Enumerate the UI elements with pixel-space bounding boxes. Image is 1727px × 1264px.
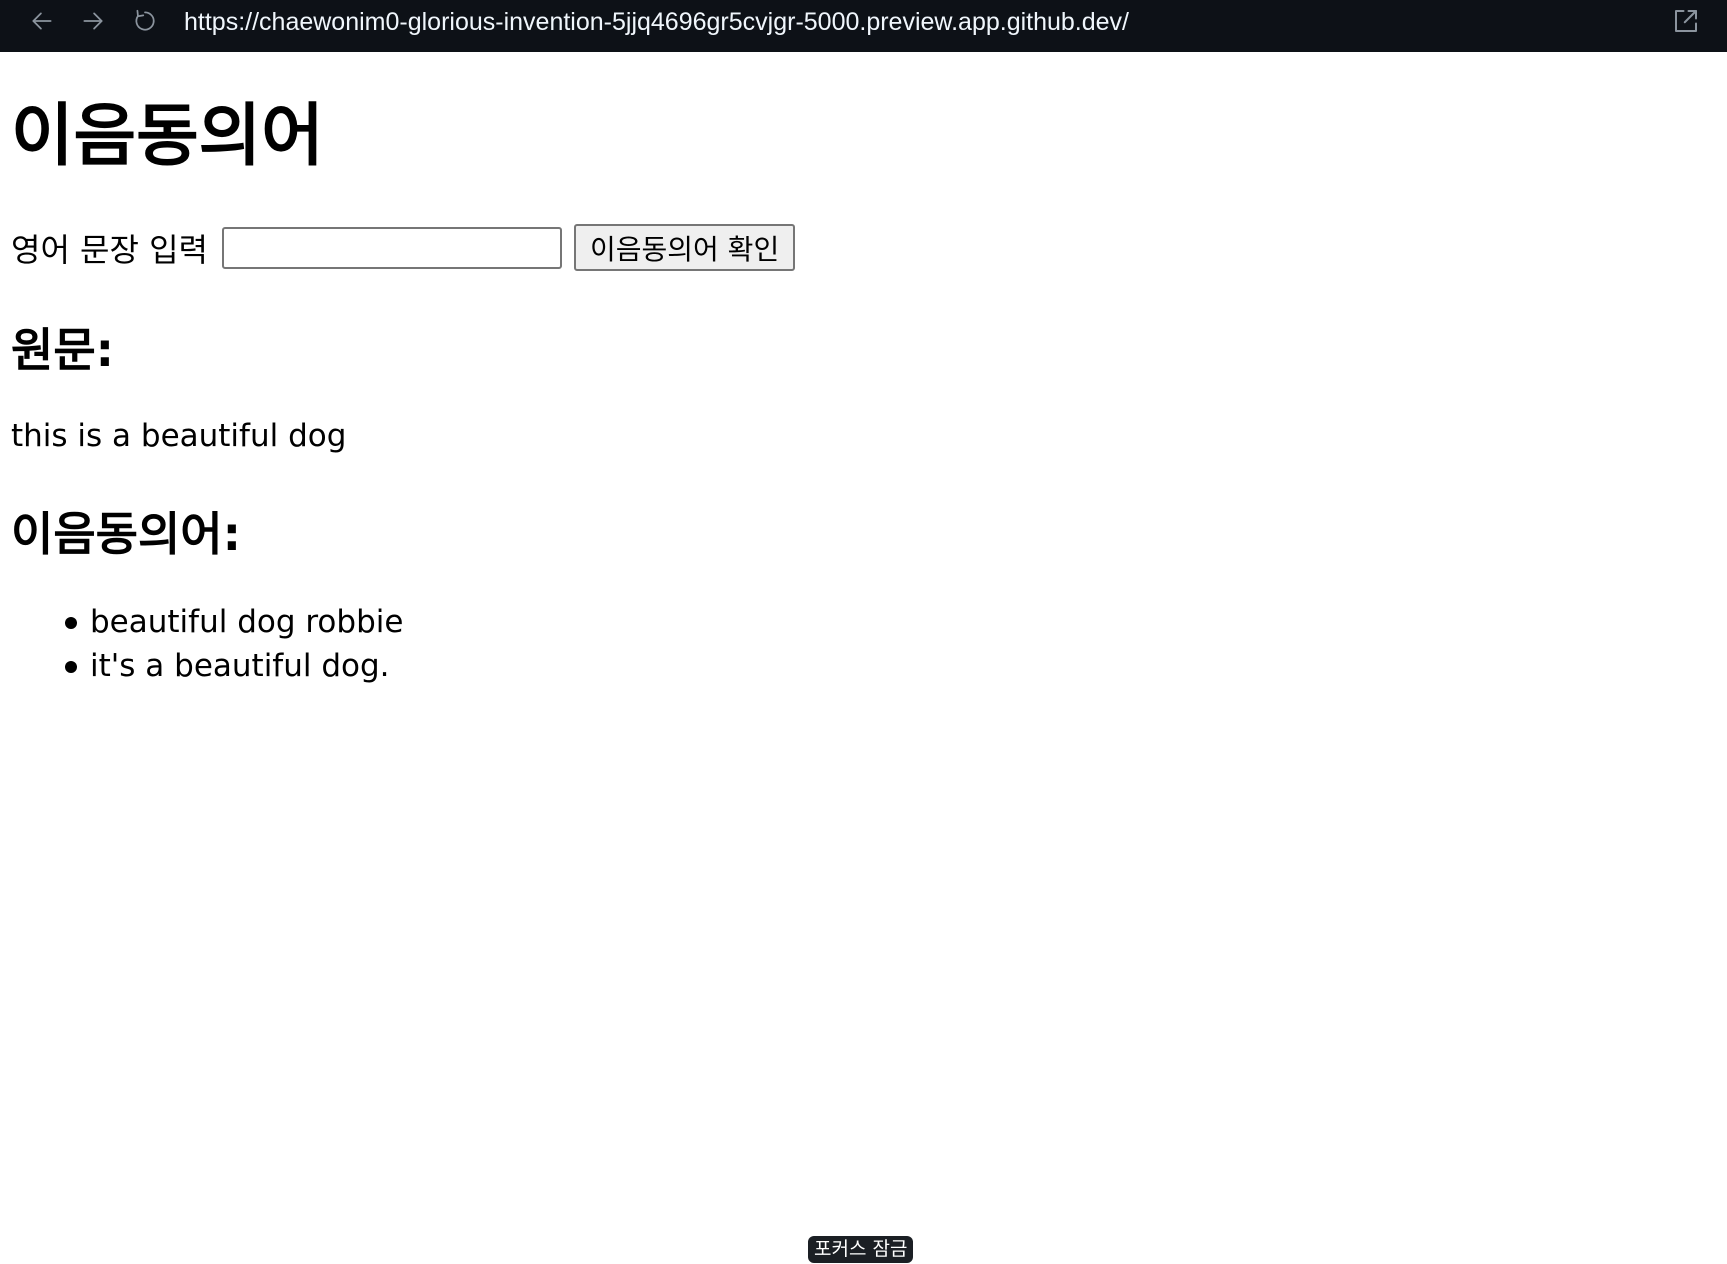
bullet-icon bbox=[65, 617, 77, 629]
external-link-icon[interactable] bbox=[1669, 4, 1703, 38]
list-item: beautiful dog robbie bbox=[65, 600, 404, 644]
reload-icon[interactable] bbox=[130, 6, 160, 36]
check-synonyms-button[interactable]: 이음동의어 확인 bbox=[573, 224, 796, 271]
bullet-icon bbox=[65, 661, 77, 673]
synonym-text: beautiful dog robbie bbox=[90, 604, 404, 640]
address-bar-url[interactable]: https://chaewonim0-glorious-invention-5j… bbox=[184, 8, 1129, 37]
sentence-form: 영어 문장 입력 이음동의어 확인 bbox=[11, 224, 796, 271]
arrow-right-icon[interactable] bbox=[78, 6, 108, 36]
page-title: 이음동의어 bbox=[11, 97, 324, 176]
original-heading: 원문: bbox=[11, 323, 115, 377]
focus-lock-badge[interactable]: 포커스 잠금 bbox=[808, 1236, 914, 1263]
synonym-list: beautiful dog robbie it's a beautiful do… bbox=[65, 600, 404, 688]
browser-toolbar: https://chaewonim0-glorious-invention-5j… bbox=[0, 0, 1727, 52]
arrow-left-icon[interactable] bbox=[27, 6, 57, 36]
synonyms-heading: 이음동의어: bbox=[11, 507, 241, 561]
sentence-input-label: 영어 문장 입력 bbox=[11, 230, 208, 269]
original-text: this is a beautiful dog bbox=[11, 418, 347, 454]
sentence-input[interactable] bbox=[221, 226, 562, 269]
synonym-text: it's a beautiful dog. bbox=[90, 648, 390, 684]
list-item: it's a beautiful dog. bbox=[65, 644, 403, 688]
